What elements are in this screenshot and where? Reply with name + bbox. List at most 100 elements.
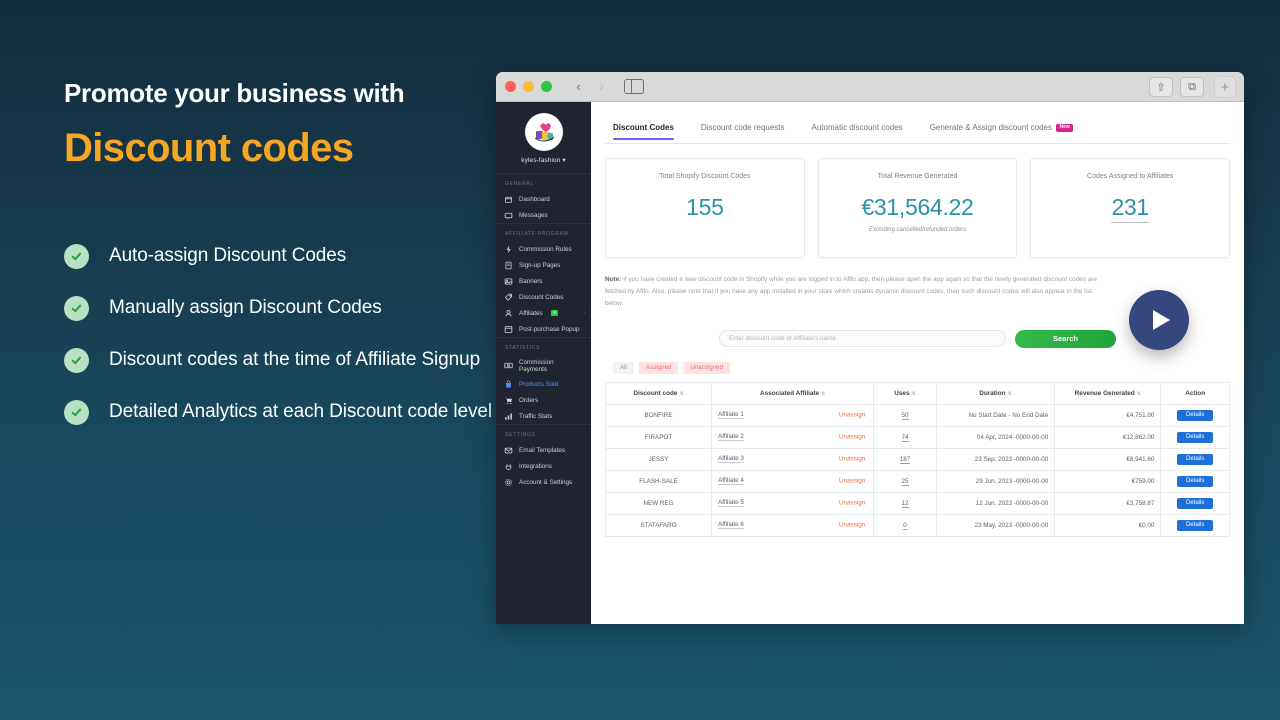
column-header-discount-code[interactable]: Discount code ⇅ bbox=[604, 381, 713, 405]
share-icon[interactable]: ⇧ bbox=[1149, 77, 1173, 97]
browser-viewport: kyles-fashion ▾ GENERAL Dashboard Messages… bbox=[496, 102, 1244, 624]
cell-discount-code: STATAFARO bbox=[604, 513, 713, 537]
note-prefix: Note: bbox=[605, 276, 622, 283]
sidebar-item-label: Discount Codes bbox=[519, 293, 564, 301]
cell-uses: 50 bbox=[873, 403, 937, 427]
filter-pill-all[interactable]: All bbox=[613, 361, 634, 374]
sidebar-item-account-settings[interactable]: Account & Settings bbox=[496, 474, 591, 490]
sidebar-item-sign-up-pages[interactable]: Sign-up Pages bbox=[496, 257, 591, 273]
unassign-button[interactable]: Unassign bbox=[839, 456, 865, 463]
sidebar-item-messages[interactable]: Messages bbox=[496, 207, 591, 223]
column-header-revenue-generated[interactable]: Revenue Generated ⇅ bbox=[1054, 381, 1162, 405]
chart-icon bbox=[504, 412, 513, 421]
sidebar-nav: GENERAL Dashboard Messages AFFILIATE PROGRA… bbox=[496, 173, 591, 490]
sidebar-toggle-icon[interactable] bbox=[624, 78, 644, 95]
tab-automatic-discount-codes[interactable]: Automatic discount codes bbox=[812, 123, 903, 139]
stat-subtext: Excluding cancelled/refunded orders bbox=[868, 227, 967, 233]
mail-icon bbox=[504, 446, 513, 455]
sidebar-item-label: Email Templates bbox=[519, 446, 566, 454]
sidebar-item-post-purchase-popup[interactable]: Post-purchase Popup bbox=[496, 321, 591, 337]
tab-discount-codes[interactable]: Discount Codes bbox=[613, 123, 674, 140]
cell-uses: 25 bbox=[873, 469, 937, 493]
unassign-button[interactable]: Unassign bbox=[839, 500, 865, 507]
cell-duration: 23 May, 2023 -0000-00-00 bbox=[935, 513, 1056, 537]
details-button[interactable]: Details bbox=[1176, 409, 1214, 421]
sidebar-item-email-templates[interactable]: Email Templates bbox=[496, 442, 591, 458]
stat-card-row: Total Shopify Discount Codes 155 Total Rev… bbox=[605, 158, 1231, 258]
cell-revenue: €0.00 bbox=[1054, 513, 1162, 537]
affiliate-link[interactable]: Affiliate 3 bbox=[718, 455, 744, 464]
sidebar-item-orders[interactable]: Orders bbox=[496, 392, 591, 408]
sidebar-item-discount-codes[interactable]: Discount Codes bbox=[496, 289, 591, 305]
unassign-button[interactable]: Unassign bbox=[839, 478, 865, 485]
stat-value: 231 bbox=[1111, 194, 1149, 223]
maximize-window-button[interactable] bbox=[541, 81, 552, 92]
sidebar-item-products-sold[interactable]: Products Sold bbox=[496, 376, 591, 392]
sidebar-item-banners[interactable]: Banners bbox=[496, 273, 591, 289]
affiliate-link[interactable]: Affiliate 2 bbox=[718, 433, 744, 442]
cell-discount-code: FLASH-SALE bbox=[604, 469, 713, 493]
forward-icon[interactable]: › bbox=[591, 77, 612, 96]
details-button[interactable]: Details bbox=[1176, 519, 1214, 531]
affiliate-link[interactable]: Affiliate 6 bbox=[718, 521, 744, 530]
sidebar-item-badge: 5 bbox=[550, 309, 559, 317]
sort-icon[interactable]: ⇅ bbox=[821, 391, 825, 397]
check-icon bbox=[64, 400, 89, 425]
tab-label: Automatic discount codes bbox=[811, 123, 903, 132]
browser-window: ‹ › ⇧ ⧉ + kyles-fashion ▾ GENERAL Dashbo… bbox=[496, 72, 1244, 624]
details-button[interactable]: Details bbox=[1176, 475, 1214, 487]
sort-icon[interactable]: ⇅ bbox=[1008, 391, 1012, 397]
sort-icon[interactable]: ⇅ bbox=[1137, 391, 1141, 397]
messages-icon bbox=[504, 211, 513, 220]
tab-overview-icon[interactable]: ⧉ bbox=[1180, 77, 1204, 97]
cell-associated-affiliate: Affiliate 5 Unassign bbox=[711, 491, 875, 515]
cell-revenue: €759.00 bbox=[1054, 469, 1162, 493]
column-label: Associated Affiliate bbox=[760, 389, 820, 397]
search-button[interactable]: Search bbox=[1015, 329, 1116, 348]
column-header-associated-affiliate[interactable]: Associated Affiliate ⇅ bbox=[711, 381, 875, 405]
sort-icon[interactable]: ⇅ bbox=[679, 391, 683, 397]
affiliate-link[interactable]: Affiliate 1 bbox=[718, 411, 744, 420]
browser-titlebar: ‹ › ⇧ ⧉ + bbox=[496, 72, 1244, 102]
unassign-button[interactable]: Unassign bbox=[839, 434, 865, 441]
sidebar-item-commission-rules[interactable]: Commission Rules bbox=[496, 241, 591, 257]
details-button[interactable]: Details bbox=[1176, 431, 1214, 443]
sidebar-item-traffic-stats[interactable]: Traffic Stats bbox=[496, 408, 591, 424]
popup-icon bbox=[504, 325, 513, 334]
unassign-button[interactable]: Unassign bbox=[839, 412, 865, 419]
cart-icon bbox=[504, 396, 513, 405]
tab-generate-assign-discount-codes[interactable]: Generate & Assign discount codes New bbox=[930, 123, 1074, 139]
cell-uses: 187 bbox=[873, 447, 937, 471]
filter-pill-unassigned[interactable]: Unassigned bbox=[683, 361, 731, 374]
table-row: FIRAPOT Affiliate 2 Unassign 74 04 Apr, 2024… bbox=[604, 425, 1230, 449]
app-content: Discount Codes Discount code requests Auto… bbox=[591, 102, 1244, 624]
details-button[interactable]: Details bbox=[1176, 453, 1214, 465]
tag-icon bbox=[504, 293, 513, 302]
search-input[interactable]: Enter discount code or Affiliate's name bbox=[719, 330, 1006, 348]
tab-discount-code-requests[interactable]: Discount code requests bbox=[701, 123, 785, 139]
tab-label: Generate & Assign discount codes bbox=[929, 122, 1052, 132]
minimize-window-button[interactable] bbox=[523, 81, 534, 92]
sidebar-item-integrations[interactable]: Integrations bbox=[496, 458, 591, 474]
tab-label: Discount code requests bbox=[700, 123, 785, 132]
window-controls[interactable] bbox=[505, 81, 552, 92]
sidebar-item-affiliates[interactable]: Affiliates 5 › bbox=[496, 305, 591, 321]
affiliate-link[interactable]: Affiliate 4 bbox=[718, 477, 744, 486]
sidebar-item-dashboard[interactable]: Dashboard bbox=[496, 191, 591, 207]
unassign-button[interactable]: Unassign bbox=[839, 522, 865, 529]
details-button[interactable]: Details bbox=[1176, 497, 1214, 509]
play-video-button[interactable] bbox=[1129, 290, 1189, 350]
sort-icon[interactable]: ⇅ bbox=[912, 391, 916, 397]
play-icon bbox=[1153, 310, 1170, 330]
store-switcher[interactable]: kyles-fashion ▾ bbox=[496, 113, 591, 173]
tab-bar: Discount Codes Discount code requests Auto… bbox=[605, 102, 1230, 144]
column-header-duration[interactable]: Duration ⇅ bbox=[935, 381, 1056, 405]
stat-card: Total Revenue Generated €31,564.22 Excludi… bbox=[817, 158, 1018, 258]
affiliate-link[interactable]: Affiliate 5 bbox=[718, 499, 744, 508]
back-icon[interactable]: ‹ bbox=[568, 77, 589, 96]
close-window-button[interactable] bbox=[505, 81, 516, 92]
column-header-uses[interactable]: Uses ⇅ bbox=[873, 381, 937, 405]
sidebar-item-commission-payments[interactable]: Commission Payments bbox=[496, 355, 591, 376]
new-tab-button[interactable]: + bbox=[1214, 76, 1236, 98]
filter-pill-assigned[interactable]: Assigned bbox=[638, 361, 679, 374]
